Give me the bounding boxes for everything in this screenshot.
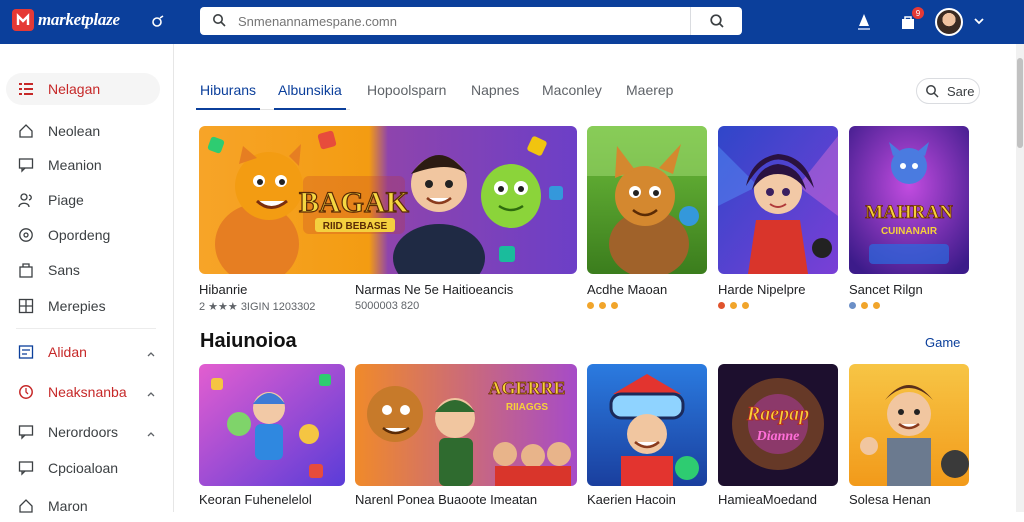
game-thumbnail <box>199 364 345 486</box>
category-tabs: Hiburans Albunsikia Hopoolsparn Napnes M… <box>195 70 800 110</box>
clock-icon <box>18 227 34 243</box>
clock-icon <box>18 384 34 400</box>
tab-hopoolsparn[interactable]: Hopoolsparn <box>367 82 446 110</box>
game-thumbnail: Raepap Dianne <box>718 364 838 486</box>
sidebar-divider <box>16 328 156 329</box>
sidebar-item-nerordoors[interactable]: Nerordoors <box>6 416 160 448</box>
sidebar-item-label: Nelagan <box>48 81 101 97</box>
avatar[interactable] <box>935 8 963 36</box>
game-title: Hibanrie <box>199 282 248 297</box>
sidebar-item-meanion[interactable]: Meanion <box>6 149 160 181</box>
poster-title: BAGAK <box>299 186 410 219</box>
game-title: Acdhe Maoan <box>587 282 668 297</box>
poster-title: MAHRAN <box>865 202 953 223</box>
brand-name: marketplaze <box>38 10 120 29</box>
home-icon <box>18 123 34 139</box>
sort-label: Sare <box>947 83 975 99</box>
marketplace-logo-icon <box>12 9 34 31</box>
game-title: Harde Nipelpre <box>718 282 806 297</box>
rating-dots <box>718 302 749 309</box>
poster-title: Raepap <box>746 403 809 425</box>
game-thumbnail <box>718 126 838 274</box>
game-meta: 2 ★★★ 3IGIN 1203302 <box>199 301 316 313</box>
message-icon <box>18 424 34 440</box>
sidebar-item-label: Piage <box>48 192 84 208</box>
tab-albunsikia[interactable]: Albunsikia <box>274 82 346 110</box>
users-icon <box>18 192 34 208</box>
game-thumbnail: AGERRE RIIAGGS <box>355 364 577 486</box>
tab-hiburans[interactable]: Hiburans <box>195 82 261 110</box>
poster-subtitle: RIIAGGS <box>506 402 549 413</box>
sidebar-item-maron[interactable]: Maron <box>6 490 160 522</box>
language-icon[interactable] <box>150 14 166 30</box>
brand[interactable]: marketplaze <box>12 9 120 31</box>
game-thumbnail <box>587 364 707 486</box>
search-button[interactable] <box>690 7 742 35</box>
sidebar-item-label: Alidan <box>48 344 87 360</box>
poster-title: AGERRE <box>488 378 565 398</box>
sidebar-item-cpcioaloan[interactable]: Cpcioaloan <box>6 452 160 484</box>
search-input[interactable] <box>238 11 678 31</box>
rating-dots <box>587 302 618 309</box>
game-thumbnail <box>849 364 969 486</box>
game-title: Solesa Henan <box>849 492 931 507</box>
game-title: Sancet Rilgn <box>849 282 923 297</box>
scrollbar-thumb[interactable] <box>1017 58 1023 148</box>
sidebar-item-label: Nerordoors <box>48 424 119 440</box>
chevron-up-icon[interactable] <box>146 386 156 397</box>
sidebar-item-label: Opordeng <box>48 227 111 243</box>
poster-subtitle: CUINANAIR <box>881 226 938 237</box>
chevron-up-icon[interactable] <box>146 346 156 357</box>
game-thumbnail: BAGAK RIID BEBASE <box>199 126 577 274</box>
game-title: Narenl Ponea Buaoote Imeatan <box>355 492 538 507</box>
search-icon <box>925 84 939 103</box>
panel-icon <box>18 344 34 360</box>
section-see-all-link[interactable]: Game <box>925 335 960 350</box>
sidebar: Nelagan Neolean Meanion Piage Opordeng S… <box>0 44 174 514</box>
sidebar-item-opordeng[interactable]: Opordeng <box>6 219 160 251</box>
tab-maerep[interactable]: Maerep <box>626 82 673 110</box>
sidebar-item-alidan[interactable]: Alidan <box>6 336 160 368</box>
sidebar-item-sans[interactable]: Sans <box>6 254 160 286</box>
bag-icon <box>18 262 34 278</box>
search-bar <box>200 7 742 35</box>
sidebar-item-label: Neaksnanba <box>48 384 127 400</box>
more-icon[interactable] <box>972 14 986 28</box>
game-thumbnail: MAHRAN CUINANAIR <box>849 126 969 274</box>
chevron-up-icon[interactable] <box>146 426 156 437</box>
sidebar-item-neolean[interactable]: Neolean <box>6 115 160 147</box>
game-title: Kaerien Hacoin <box>587 492 676 507</box>
sidebar-item-label: Merepies <box>48 298 106 314</box>
page-scrollbar[interactable] <box>1016 44 1024 512</box>
notification-badge: 9 <box>912 7 924 19</box>
rating-dots <box>849 302 880 309</box>
sidebar-item-label: Meanion <box>48 157 102 173</box>
poster-subtitle: Dianne <box>756 429 800 444</box>
game-title: Keoran Fuhenelelol <box>199 492 312 507</box>
game-thumbnail <box>587 126 707 274</box>
game-title: Narmas Ne 5e Haitioeancis <box>355 282 514 297</box>
search-submit-icon <box>709 14 724 28</box>
search-icon <box>212 13 226 32</box>
sidebar-item-neaksnanba[interactable]: Neaksnanba <box>6 376 160 408</box>
poster-subtitle: RIID BEBASE <box>323 221 388 232</box>
sidebar-item-label: Sans <box>48 262 80 278</box>
game-title: HamieaMoedand <box>718 492 818 507</box>
account-icon[interactable] <box>854 10 874 34</box>
sidebar-item-merepies[interactable]: Merepies <box>6 290 160 322</box>
section-title: Haiunoioa <box>200 330 297 352</box>
tab-maconley[interactable]: Maconley <box>542 82 602 110</box>
game-meta: 5000003 820 <box>355 300 420 312</box>
sidebar-item-label: Neolean <box>48 123 101 139</box>
top-bar: marketplaze 9 <box>0 0 1024 44</box>
grid-icon <box>18 298 34 314</box>
sidebar-item-piage[interactable]: Piage <box>6 184 160 216</box>
message-icon <box>18 157 34 173</box>
list-icon <box>18 81 34 97</box>
message-icon <box>18 460 34 476</box>
tab-napnes[interactable]: Napnes <box>471 82 519 110</box>
sort-button[interactable]: Sare <box>916 78 980 104</box>
sidebar-item-label: Cpcioaloan <box>48 460 119 476</box>
sidebar-item-nelagan[interactable]: Nelagan <box>6 73 160 105</box>
